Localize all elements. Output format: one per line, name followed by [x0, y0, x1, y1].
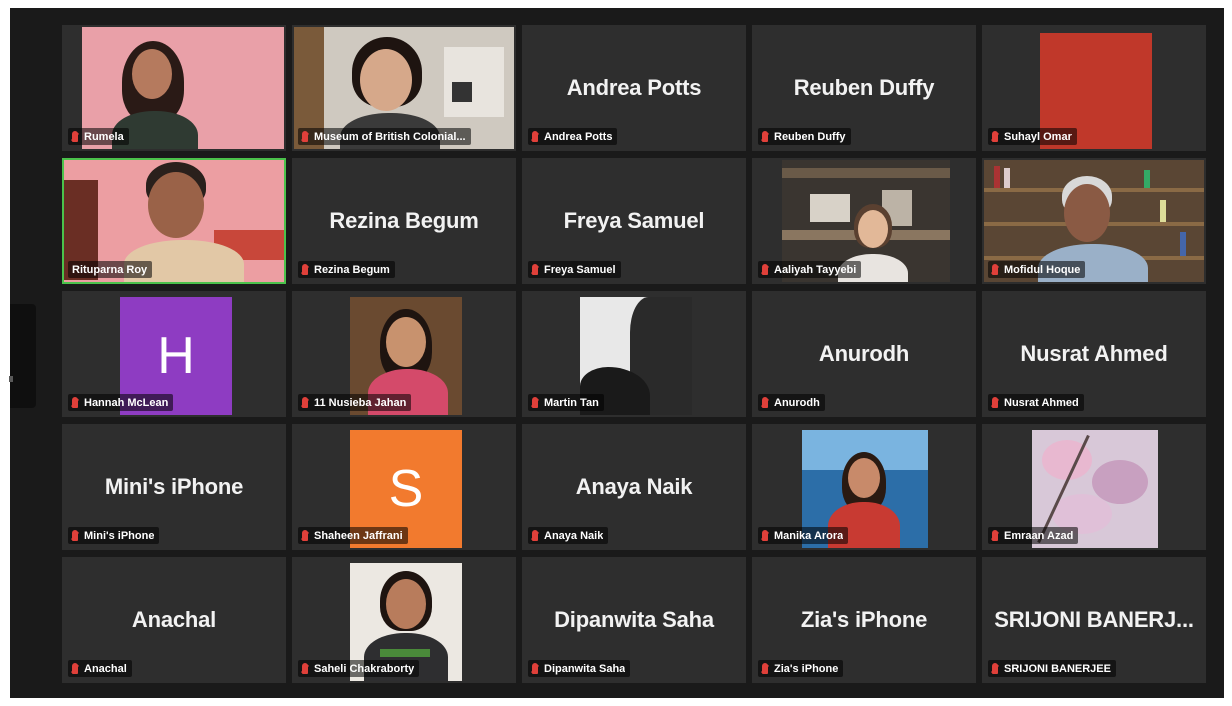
participant-tile-srijoni-banerjee[interactable]: SRIJONI BANERJ... SRIJONI BANERJEE [982, 557, 1206, 683]
participant-display-name: Andrea Potts [566, 75, 702, 100]
participant-tile-minis-iphone[interactable]: Mini's iPhone Mini's iPhone [62, 424, 286, 550]
participant-tile-rituparna-roy[interactable]: Rituparna Roy [62, 158, 286, 284]
microphone-muted-icon [72, 397, 78, 408]
name-label: Manika Arora [758, 527, 849, 544]
participant-tile-anaya-naik[interactable]: Anaya Naik Anaya Naik [522, 424, 746, 550]
name-label: Zia's iPhone [758, 660, 844, 677]
participant-tile-emraan-azad[interactable]: Emraan Azad [982, 424, 1206, 550]
microphone-muted-icon [532, 264, 538, 275]
microphone-muted-icon [762, 530, 768, 541]
participant-tile-freya-samuel[interactable]: Freya Samuel Freya Samuel [522, 158, 746, 284]
participant-display-name: Anaya Naik [575, 474, 693, 499]
microphone-muted-icon [532, 397, 538, 408]
name-label: Shaheen Jaffrani [298, 527, 408, 544]
name-label: Rumela [68, 128, 129, 145]
participant-tile-anurodh[interactable]: Anurodh Anurodh [752, 291, 976, 417]
participant-display-name: Rezina Begum [329, 208, 479, 233]
participant-tile-suhayl-omar[interactable]: Suhayl Omar [982, 25, 1206, 151]
participant-tile-dipanwita-saha[interactable]: Dipanwita Saha Dipanwita Saha [522, 557, 746, 683]
name-label: Anachal [68, 660, 132, 677]
participant-display-name: Dipanwita Saha [554, 607, 714, 632]
name-label: Dipanwita Saha [528, 660, 631, 677]
participant-tile-reuben-duffy[interactable]: Reuben Duffy Reuben Duffy [752, 25, 976, 151]
name-label: Museum of British Colonial... [298, 128, 471, 145]
participant-display-name: Nusrat Ahmed [1020, 341, 1168, 366]
microphone-muted-icon [72, 530, 78, 541]
participant-tile-nusrat-ahmed[interactable]: Nusrat Ahmed Nusrat Ahmed [982, 291, 1206, 417]
participant-tile-museum-of-british-colonialism[interactable]: Museum of British Colonial... [292, 25, 516, 151]
name-label: Anurodh [758, 394, 825, 411]
participant-tile-manika-arora[interactable]: Manika Arora [752, 424, 976, 550]
participant-tile-hannah-mclean[interactable]: H Hannah McLean [62, 291, 286, 417]
participant-tile-zias-iphone[interactable]: Zia's iPhone Zia's iPhone [752, 557, 976, 683]
name-label: Anaya Naik [528, 527, 609, 544]
microphone-muted-icon [992, 131, 998, 142]
microphone-muted-icon [762, 663, 768, 674]
participant-tile-anachal[interactable]: Anachal Anachal [62, 557, 286, 683]
microphone-muted-icon [762, 264, 768, 275]
microphone-muted-icon [532, 530, 538, 541]
participant-display-name: Freya Samuel [563, 208, 705, 233]
microphone-muted-icon [992, 397, 998, 408]
microphone-muted-icon [302, 131, 308, 142]
name-label: Reuben Duffy [758, 128, 851, 145]
microphone-muted-icon [302, 397, 308, 408]
name-label: Mini's iPhone [68, 527, 160, 544]
name-label: Mofidul Hoque [988, 261, 1086, 278]
name-label: 11 Nusieba Jahan [298, 394, 412, 411]
participant-tile-rezina-begum[interactable]: Rezina Begum Rezina Begum [292, 158, 516, 284]
participant-tile-saheli-chakraborty[interactable]: Saheli Chakraborty [292, 557, 516, 683]
name-label: Aaliyah Tayyebi [758, 261, 862, 278]
name-label: Saheli Chakraborty [298, 660, 420, 677]
name-label: Rezina Begum [298, 261, 395, 278]
name-label: Hannah McLean [68, 394, 174, 411]
participant-display-name: Mini's iPhone [104, 474, 244, 499]
participant-tile-rumela[interactable]: Rumela [62, 25, 286, 151]
participant-tile-nusieba-jahan[interactable]: 11 Nusieba Jahan [292, 291, 516, 417]
microphone-muted-icon [762, 131, 768, 142]
name-label: Suhayl Omar [988, 128, 1077, 145]
participant-display-name: SRIJONI BANERJ... [994, 607, 1194, 632]
participant-tile-mofidul-hoque[interactable]: Mofidul Hoque [982, 158, 1206, 284]
microphone-muted-icon [72, 663, 78, 674]
participant-display-name: Anurodh [818, 341, 910, 366]
microphone-muted-icon [532, 131, 538, 142]
participant-grid: Rumela Museum of British Colonial... And… [62, 25, 1206, 683]
participant-tile-aaliyah-tayyebi[interactable]: Aaliyah Tayyebi [752, 158, 976, 284]
participant-tile-shaheen-jaffrani[interactable]: S Shaheen Jaffrani [292, 424, 516, 550]
name-label: Emraan Azad [988, 527, 1079, 544]
participant-display-name: Zia's iPhone [800, 607, 928, 632]
name-label: Rituparna Roy [68, 261, 153, 278]
participant-tile-martin-tan[interactable]: Martin Tan [522, 291, 746, 417]
participant-display-name: Anachal [131, 607, 217, 632]
participant-tile-andrea-potts[interactable]: Andrea Potts Andrea Potts [522, 25, 746, 151]
microphone-muted-icon [992, 530, 998, 541]
microphone-muted-icon [302, 663, 308, 674]
microphone-muted-icon [302, 530, 308, 541]
microphone-muted-icon [992, 663, 998, 674]
microphone-muted-icon [992, 264, 998, 275]
name-label: Martin Tan [528, 394, 604, 411]
name-label: SRIJONI BANERJEE [988, 660, 1116, 677]
name-label: Nusrat Ahmed [988, 394, 1084, 411]
participant-display-name: Reuben Duffy [793, 75, 935, 100]
microphone-muted-icon [532, 663, 538, 674]
microphone-muted-icon [762, 397, 768, 408]
name-label: Freya Samuel [528, 261, 621, 278]
microphone-muted-icon [72, 131, 78, 142]
microphone-muted-icon [302, 264, 308, 275]
name-label: Andrea Potts [528, 128, 618, 145]
side-panel-handle[interactable] [9, 304, 36, 408]
